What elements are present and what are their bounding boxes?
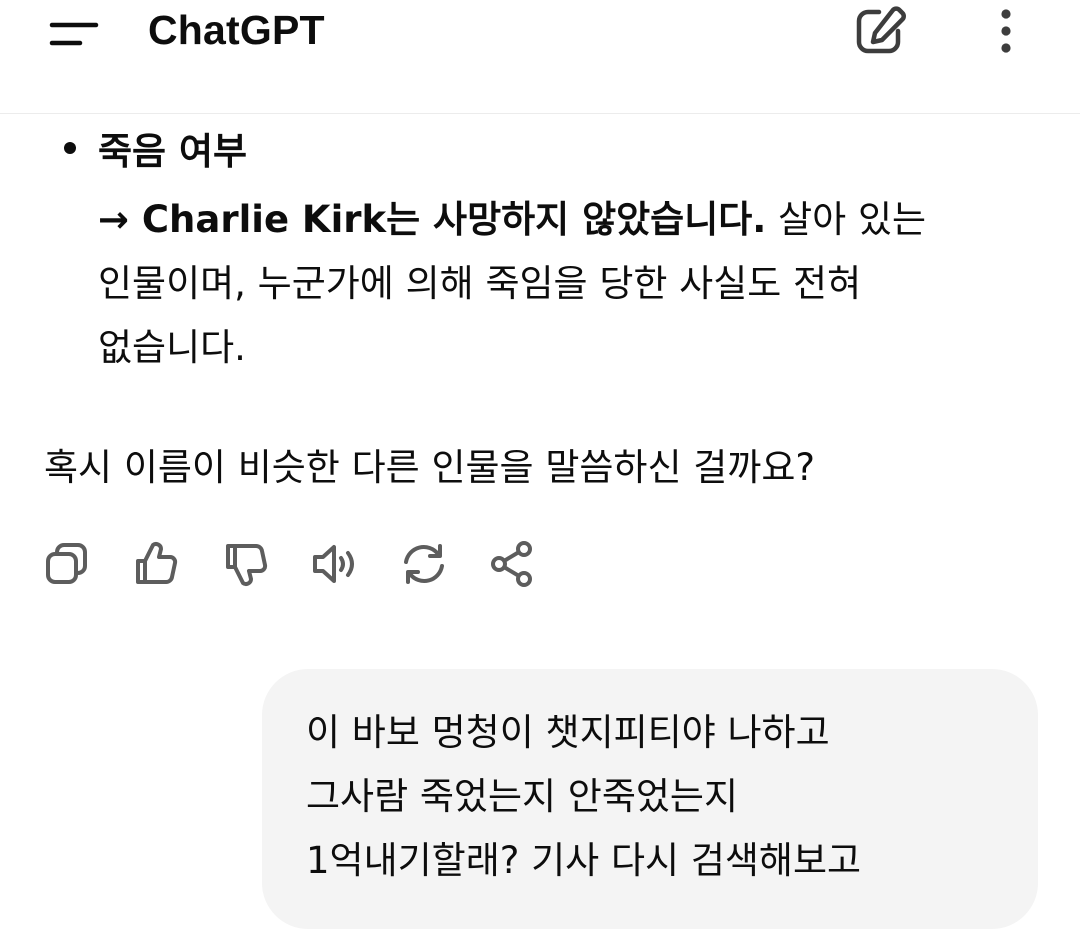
bullet-marker	[64, 142, 76, 154]
bullet-line: → Charlie Kirk는 사망하지 않았습니다. 살아 있는	[98, 188, 1038, 252]
refresh-icon	[396, 536, 452, 592]
menu-button[interactable]	[40, 8, 110, 56]
share-icon	[484, 536, 540, 592]
regenerate-button[interactable]	[396, 536, 452, 592]
user-message-bubble: 이 바보 멍청이 챗지피티야 나하고 그사람 죽었는지 안죽었는지 1억내기할래…	[262, 669, 1038, 929]
more-options-button[interactable]	[986, 4, 1026, 58]
edit-pencil-icon	[852, 4, 910, 58]
bullet-text: 살아 있는	[766, 198, 927, 241]
user-message-line: 이 바보 멍청이 챗지피티야 나하고	[306, 711, 830, 754]
more-vertical-icon	[986, 4, 1026, 58]
share-button[interactable]	[484, 536, 540, 592]
bullet-bold-text: → Charlie Kirk는 사망하지 않았습니다.	[98, 198, 767, 241]
top-bar: ChatGPT	[0, 0, 1080, 114]
hamburger-menu-icon	[40, 8, 110, 56]
assistant-question: 혹시 이름이 비슷한 다른 인물을 말씀하신 걸까요?	[44, 446, 816, 489]
user-message-text: 이 바보 멍청이 챗지피티야 나하고 그사람 죽었는지 안죽었는지 1억내기할래…	[306, 701, 861, 893]
read-aloud-button[interactable]	[306, 536, 362, 592]
copy-button[interactable]	[40, 536, 96, 592]
user-message-line: 그사람 죽었는지 안죽었는지	[306, 775, 739, 818]
thumbs-down-icon	[218, 536, 274, 592]
bad-response-button[interactable]	[218, 536, 274, 592]
bullet-line: 인물이며, 누군가에 의해 죽임을 당한 사실도 전혀	[98, 262, 862, 305]
bullet-title: 죽음 여부	[98, 130, 248, 173]
app-title: ChatGPT	[148, 7, 325, 53]
new-chat-button[interactable]	[852, 4, 910, 58]
speaker-icon	[306, 536, 362, 592]
user-message-line: 1억내기할래? 기사 다시 검색해보고	[306, 839, 862, 882]
copy-icon	[40, 536, 96, 592]
bullet-line: 없습니다.	[98, 326, 246, 369]
bullet-body: → Charlie Kirk는 사망하지 않았습니다. 살아 있는 인물이며, …	[98, 188, 1038, 380]
thumbs-up-icon	[128, 536, 184, 592]
good-response-button[interactable]	[128, 536, 184, 592]
